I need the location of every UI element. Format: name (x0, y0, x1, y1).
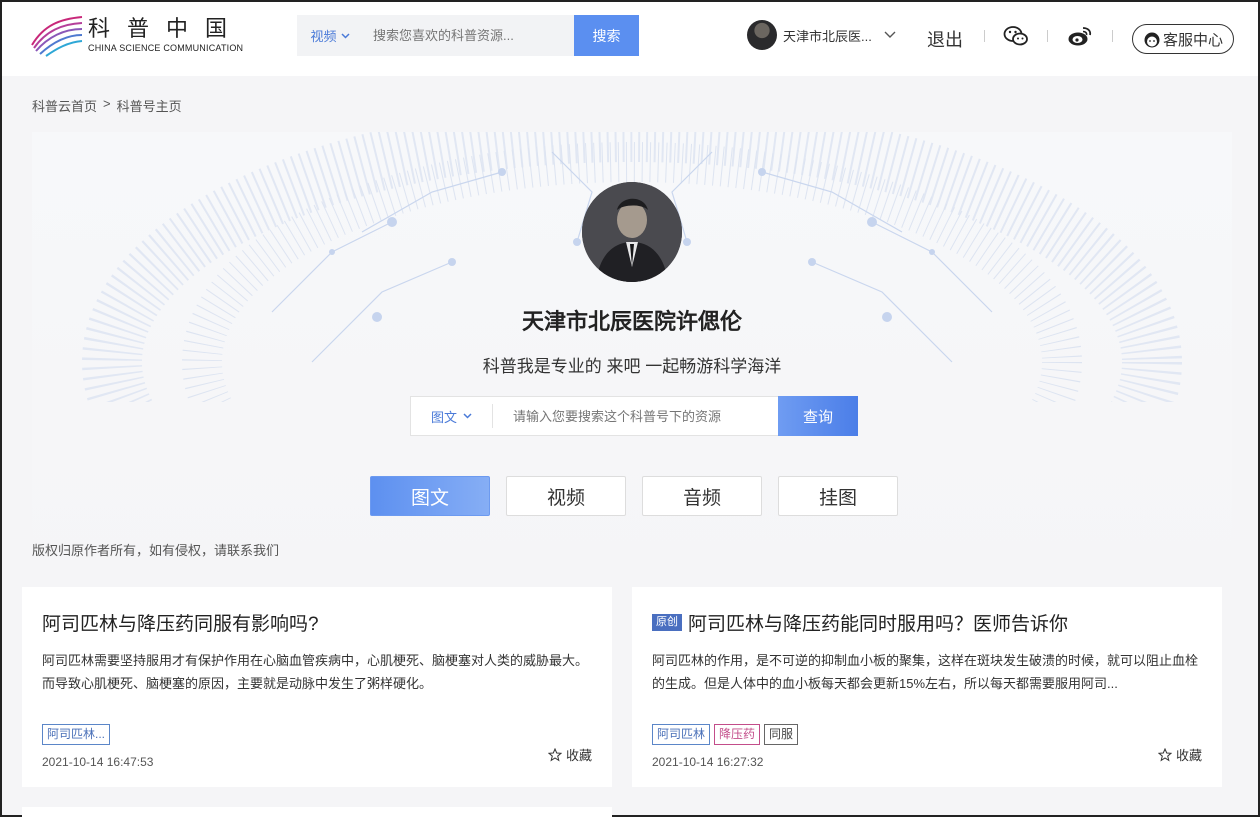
article-card[interactable]: 阿司匹林与降压药同服有影响吗? 阿司匹林需要坚持服用才有保护作用在心脑血管疾病中… (22, 587, 612, 787)
user-avatar[interactable] (747, 20, 777, 50)
top-header: 科普中国 CHINA SCIENCE COMMUNICATION 视频 搜索 天… (2, 2, 1258, 76)
profile-avatar (582, 182, 682, 282)
profile-search-button[interactable]: 查询 (778, 396, 858, 436)
content-tabs: 图文 视频 音频 挂图 (370, 476, 898, 516)
article-tag[interactable]: 同服 (764, 724, 799, 745)
site-logo[interactable]: 科普中国 CHINA SCIENCE COMMUNICATION (30, 14, 270, 58)
profile-search: 图文 查询 (410, 396, 858, 436)
breadcrumb-home[interactable]: 科普云首页 (32, 96, 97, 115)
tab-videos[interactable]: 视频 (506, 476, 626, 516)
user-menu[interactable]: 天津市北辰医... (747, 20, 896, 50)
profile-photo (582, 182, 682, 282)
tab-posters[interactable]: 挂图 (778, 476, 898, 516)
chevron-down-icon (884, 31, 896, 38)
article-title-text: 阿司匹林与降压药能同时服用吗？医师告诉你 (688, 613, 1069, 635)
favorite-button[interactable]: 收藏 (547, 745, 592, 764)
star-icon (1157, 747, 1172, 761)
global-search-input[interactable] (363, 15, 574, 56)
search-type-select[interactable]: 视频 (297, 26, 363, 45)
favorite-label: 收藏 (565, 748, 592, 763)
favorite-button[interactable]: 收藏 (1157, 745, 1202, 764)
tab-articles[interactable]: 图文 (370, 476, 490, 516)
profile-search-type-label: 图文 (430, 409, 457, 425)
breadcrumb-current: 科普号主页 (116, 99, 182, 114)
article-card-partial[interactable] (22, 807, 612, 817)
service-avatar-icon (1144, 32, 1160, 48)
article-date: 2021-10-14 16:27:32 (652, 755, 764, 769)
profile-name: 天津市北辰医院许偲伦 (521, 309, 742, 334)
article-tag[interactable]: 阿司匹林 (652, 724, 711, 745)
star-icon (547, 747, 562, 761)
article-tag[interactable]: 阿司匹林... (42, 724, 111, 745)
chevron-down-icon (463, 413, 472, 419)
article-tag[interactable]: 降压药 (714, 724, 761, 745)
weibo-icon[interactable] (1067, 24, 1093, 48)
profile-search-type-select[interactable]: 图文 (411, 404, 493, 428)
tab-audio[interactable]: 音频 (642, 476, 762, 516)
article-title-text: 阿司匹林与降压药同服有影响吗? (42, 613, 319, 635)
profile-banner: 天津市北辰医院许偲伦 科普我是专业的 来吧 一起畅游科学海洋 图文 查询 图文 … (32, 132, 1232, 582)
wechat-icon[interactable] (1003, 24, 1029, 48)
article-tags: 阿司匹林 降压药 同服 (652, 724, 799, 745)
customer-service-label: 客服中心 (1162, 31, 1223, 49)
search-type-label: 视频 (310, 29, 337, 44)
chevron-down-icon (340, 32, 350, 39)
global-search: 视频 搜索 (297, 15, 639, 56)
favorite-label: 收藏 (1175, 748, 1202, 763)
article-summary: 阿司匹林需要坚持服用才有保护作用在心脑血管疾病中，心肌梗死、脑梗塞对人类的威胁最… (42, 653, 589, 691)
divider (1047, 30, 1048, 42)
profile-motto: 科普我是专业的 来吧 一起畅游科学海洋 (482, 357, 782, 376)
logout-link[interactable]: 退出 (927, 26, 963, 52)
divider (1112, 30, 1113, 42)
article-title[interactable]: 原创 阿司匹林与降压药能同时服用吗？医师告诉你 (652, 607, 1202, 637)
article-summary: 阿司匹林的作用，是不可逆的抑制血小板的聚集，这样在斑块发生破溃的时候，就可以阻止… (652, 653, 1199, 691)
article-tags: 阿司匹林... (42, 724, 111, 745)
logo-english-text: CHINA SCIENCE COMMUNICATION (88, 43, 244, 53)
original-badge: 原创 (652, 613, 682, 631)
global-search-button[interactable]: 搜索 (574, 15, 639, 56)
breadcrumb: 科普云首页 > 科普号主页 (32, 96, 182, 115)
article-title[interactable]: 阿司匹林与降压药同服有影响吗? (42, 607, 592, 637)
article-card[interactable]: 原创 阿司匹林与降压药能同时服用吗？医师告诉你 阿司匹林的作用，是不可逆的抑制血… (632, 587, 1222, 787)
breadcrumb-separator: > (103, 96, 111, 111)
copyright-notice: 版权归原作者所有，如有侵权，请联系我们 (32, 543, 280, 558)
user-name: 天津市北辰医... (783, 28, 872, 44)
article-date: 2021-10-14 16:47:53 (42, 755, 154, 769)
logo-mark-icon (31, 16, 83, 57)
customer-service-button[interactable]: 客服中心 (1132, 24, 1234, 54)
profile-search-input[interactable] (493, 408, 778, 424)
divider (984, 30, 985, 42)
logo-chinese-text: 科普中国 (88, 17, 245, 42)
